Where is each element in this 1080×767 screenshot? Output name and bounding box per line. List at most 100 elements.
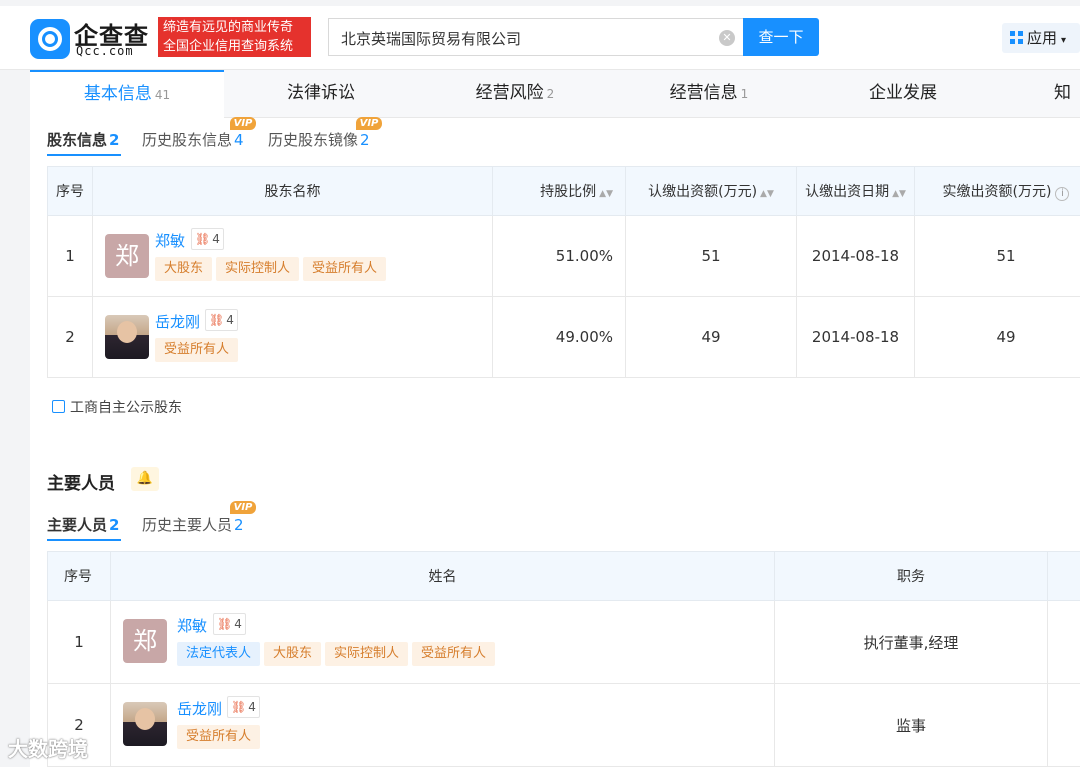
col-index: 序号 [47, 166, 93, 216]
tag-beneficiary: 受益所有人 [303, 257, 387, 281]
tab-development[interactable]: 企业发展 [806, 70, 1000, 118]
person-name-link[interactable]: 岳龙刚 [155, 311, 200, 332]
row-index: 1 [47, 215, 93, 297]
self-disclosed-shareholders-link[interactable]: 工商自主公示股东 [52, 397, 182, 417]
slogan-line-2: 全国企业信用查询系统 [163, 39, 294, 54]
search-input[interactable]: 北京英瑞国际贸易有限公司 ✕ [328, 18, 743, 56]
search-value[interactable]: 北京英瑞国际贸易有限公司 [341, 28, 521, 49]
tag-beneficiary: 受益所有人 [177, 725, 261, 749]
tag-legal-representative: 法定代表人 [177, 642, 261, 666]
main-tabs: 基本信息41 法律诉讼 经营风险2 经营信息1 企业发展 知识 [30, 70, 1080, 118]
relation-count-badge[interactable]: ⛓ 4 [205, 309, 238, 331]
subtab-shareholder-snapshot[interactable]: 历史股东镜像 2 [268, 129, 370, 150]
bell-icon[interactable]: 🔔 [131, 467, 159, 491]
table-row: 1 郑 郑敏 ⛓ 4 法定代表人 大股东 实际控制人 受益所有人 执行董事,经理 [47, 600, 1080, 684]
document-icon [52, 400, 65, 413]
col-position: 职务 [774, 551, 1048, 601]
relation-graph-icon: ⛓ [231, 700, 247, 714]
avatar[interactable] [105, 315, 149, 359]
vip-badge: VIP [230, 117, 256, 130]
shareholder-cell: 岳龙刚 ⛓ 4 受益所有人 [92, 296, 493, 378]
tag-major-shareholder: 大股东 [264, 642, 322, 666]
slogan-line-1: 缔造有远见的商业传奇 [163, 20, 294, 35]
ratio-cell: 49.00% [492, 296, 626, 378]
col-paid: 实缴出资额(万元) i [914, 166, 1080, 216]
info-icon: i [1055, 187, 1070, 201]
tab-risk[interactable]: 经营风险 2 [418, 70, 612, 118]
col-shareholder-name: 股东名称 [92, 166, 493, 216]
position-cell: 执行董事,经理 [774, 600, 1048, 684]
shareholder-table: 序号 股东名称 持股比例 ▲▼ 认缴出资额(万元) ▲▼ 认缴出资日期 ▲▼ 实缴出资… [47, 166, 1080, 378]
sort-icon: ▲▼ [599, 189, 613, 199]
table-header-row: 序号 姓名 职务 [47, 551, 1080, 601]
table-row: 1 郑 郑敏 ⛓ 4 大股东 实际控制人 受益所有人 51.00% 51 2014-0… [47, 215, 1080, 297]
relation-count-badge[interactable]: ⛓ 4 [227, 696, 260, 718]
person-name-link[interactable]: 岳龙刚 [177, 698, 222, 719]
paid-cell: 49 [914, 296, 1080, 378]
sort-icon: ▲▼ [892, 189, 906, 199]
tag-beneficiary: 受益所有人 [412, 642, 496, 666]
clear-icon[interactable]: ✕ [719, 30, 735, 46]
person-name-link[interactable]: 郑敏 [177, 615, 207, 636]
table-row: 2 岳龙刚 ⛓ 4 受益所有人 49.00% 49 2014-08-18 49 [47, 296, 1080, 378]
person-cell: 岳龙刚 ⛓ 4 受益所有人 [110, 683, 775, 767]
date-cell: 2014-08-18 [796, 215, 915, 297]
row-index: 1 [47, 600, 111, 684]
ratio-cell: 51.00% [492, 215, 626, 297]
subtab-history-shareholders[interactable]: 历史股东信息 4 [142, 129, 244, 150]
tag-actual-controller: 实际控制人 [325, 642, 409, 666]
qcc-logo-icon[interactable] [30, 19, 70, 59]
tab-basic-info[interactable]: 基本信息 41 [30, 70, 224, 118]
grid-icon [1010, 31, 1023, 44]
relation-graph-icon: ⛓ [209, 313, 225, 327]
tab-legal[interactable]: 法律诉讼 [224, 70, 418, 118]
personnel-table: 序号 姓名 职务 1 郑 郑敏 ⛓ 4 法定代表人 大股东 实际控制人 受益所有人 [47, 551, 1080, 767]
active-subtab-underline [47, 154, 121, 156]
relation-graph-icon: ⛓ [195, 232, 211, 246]
table-header-row: 序号 股东名称 持股比例 ▲▼ 认缴出资额(万元) ▲▼ 认缴出资日期 ▲▼ 实缴出资… [47, 166, 1080, 216]
col-date[interactable]: 认缴出资日期 ▲▼ [796, 166, 915, 216]
position-cell: 监事 [774, 683, 1048, 767]
avatar[interactable]: 郑 [123, 619, 167, 663]
subscribed-cell: 49 [625, 296, 797, 378]
col-index: 序号 [47, 551, 111, 601]
subscribed-cell: 51 [625, 215, 797, 297]
content-panel: 股东信息 2 历史股东信息 4 VIP 历史股东镜像 2 VIP 序号 股东名称 持股… [30, 117, 1080, 767]
row-index: 2 [47, 296, 93, 378]
shareholder-cell: 郑 郑敏 ⛓ 4 大股东 实际控制人 受益所有人 [92, 215, 493, 297]
tab-operations[interactable]: 经营信息 1 [612, 70, 806, 118]
tab-ip[interactable]: 知识 [1000, 70, 1080, 118]
sort-icon: ▲▼ [760, 189, 774, 199]
relation-graph-icon: ⛓ [217, 617, 233, 631]
tag-major-shareholder: 大股东 [155, 257, 213, 281]
vip-badge: VIP [230, 501, 256, 514]
watermark: 大数跨境 [8, 737, 88, 761]
avatar[interactable]: 郑 [105, 234, 149, 278]
person-name-link[interactable]: 郑敏 [155, 230, 185, 251]
paid-cell: 51 [914, 215, 1080, 297]
apps-label: 应用 [1027, 29, 1058, 47]
section-title-personnel: 主要人员 [47, 474, 115, 494]
logo-domain: Qcc.com [76, 44, 134, 58]
date-cell: 2014-08-18 [796, 296, 915, 378]
active-subtab-underline [47, 539, 121, 541]
subtab-history-personnel[interactable]: 历史主要人员 2 [142, 514, 244, 535]
person-cell: 郑 郑敏 ⛓ 4 法定代表人 大股东 实际控制人 受益所有人 [110, 600, 775, 684]
search-button[interactable]: 查一下 [743, 18, 819, 56]
page: 企查查 Qcc.com 缔造有远见的商业传奇 全国企业信用查询系统 北京英瑞国际… [0, 0, 1080, 767]
subtab-shareholders[interactable]: 股东信息 2 [47, 129, 119, 150]
col-name: 姓名 [110, 551, 775, 601]
table-row: 2 岳龙刚 ⛓ 4 受益所有人 监事 [47, 683, 1080, 767]
slogan-banner: 缔造有远见的商业传奇 全国企业信用查询系统 [158, 17, 311, 57]
relation-count-badge[interactable]: ⛓ 4 [191, 228, 224, 250]
apps-button[interactable]: 应用 ▾ [1002, 23, 1080, 53]
subtab-personnel[interactable]: 主要人员 2 [47, 514, 119, 535]
chevron-down-icon: ▾ [1061, 35, 1067, 46]
tag-actual-controller: 实际控制人 [216, 257, 300, 281]
vip-badge: VIP [356, 117, 382, 130]
tag-beneficiary: 受益所有人 [155, 338, 239, 362]
col-ratio[interactable]: 持股比例 ▲▼ [492, 166, 626, 216]
col-subscribed[interactable]: 认缴出资额(万元) ▲▼ [625, 166, 797, 216]
relation-count-badge[interactable]: ⛓ 4 [213, 613, 246, 635]
avatar[interactable] [123, 702, 167, 746]
